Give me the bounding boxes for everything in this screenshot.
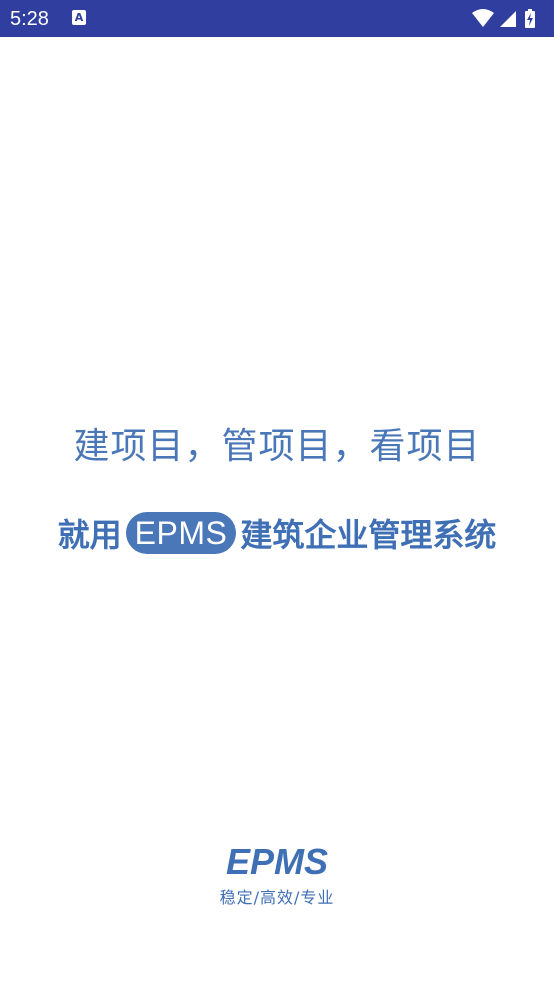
slogan-prefix: 就用 [57, 516, 122, 554]
notification-icon: A [72, 10, 86, 25]
splash-screen: 建项目，管项目，看项目 就用 EPMS 建筑企业管理系统 EPMS 稳定/高效/专业 [0, 37, 554, 984]
slogan-line-2: 就用 EPMS 建筑企业管理系统 [0, 512, 554, 558]
status-time: 5:28 [10, 8, 49, 30]
wifi-icon [472, 9, 494, 27]
epms-logo: EPMS [226, 842, 328, 880]
brand-tagline: 稳定/高效/专业 [219, 888, 335, 907]
notification-icon-label: A [74, 11, 84, 24]
epms-logo-text: EPMS [226, 842, 328, 880]
epms-highlight-badge: EPMS [125, 512, 237, 554]
status-icons [470, 8, 546, 30]
slogan-line-1: 建项目，管项目，看项目 [73, 426, 481, 467]
signal-icon [500, 11, 516, 27]
slogan-suffix: 建筑企业管理系统 [240, 516, 497, 554]
status-icons-svg [472, 9, 535, 28]
battery-charging-icon [525, 9, 535, 28]
status-bar: 5:28 A [0, 0, 554, 37]
